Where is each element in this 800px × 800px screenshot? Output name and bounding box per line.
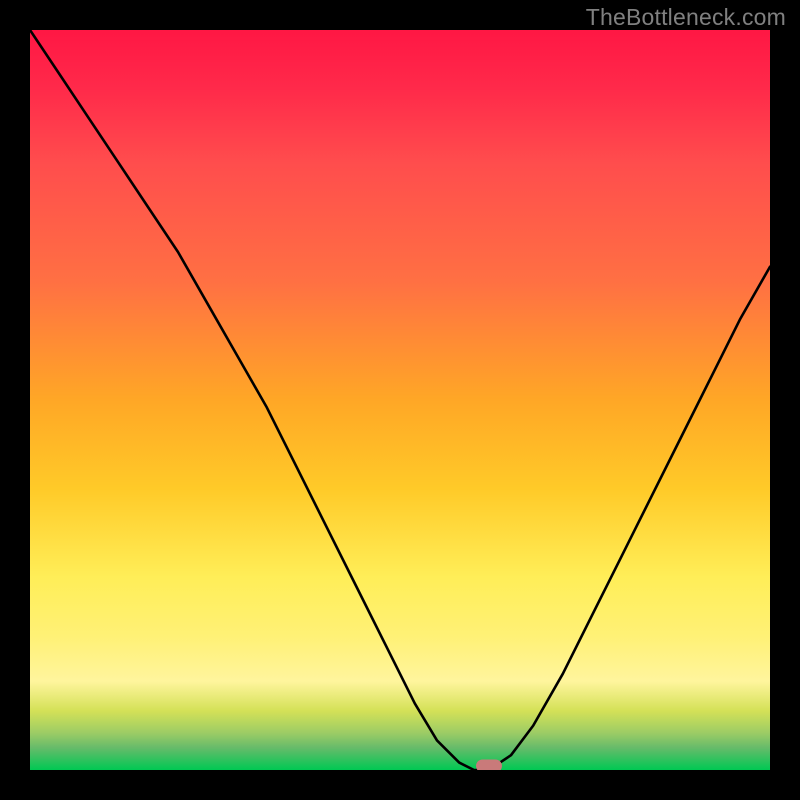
watermark-text: TheBottleneck.com bbox=[586, 4, 786, 31]
bottleneck-curve bbox=[30, 30, 770, 770]
curve-svg bbox=[30, 30, 770, 770]
chart-frame: TheBottleneck.com bbox=[0, 0, 800, 800]
optimal-marker bbox=[476, 760, 502, 771]
plot-area bbox=[30, 30, 770, 770]
